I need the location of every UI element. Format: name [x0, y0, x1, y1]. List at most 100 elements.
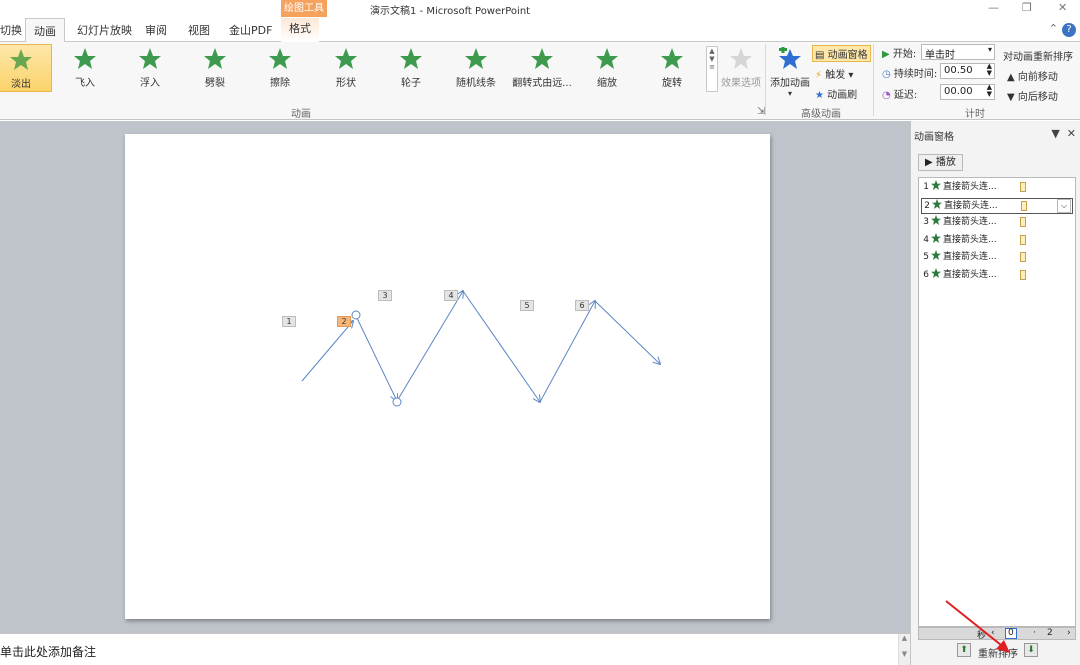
close-icon[interactable]: ✕ — [1067, 127, 1076, 140]
timing-bar — [1020, 252, 1026, 262]
add-animation-button[interactable]: 添加动画 ▾ — [768, 44, 812, 98]
animation-list-item[interactable]: 4 直接箭头连... — [921, 232, 1073, 249]
effect-options-label: 效果选项 — [721, 78, 761, 89]
notes-placeholder[interactable]: 单击此处添加备注 — [0, 643, 96, 660]
tab-transitions[interactable]: 切换 — [0, 22, 22, 38]
selection-handle-start[interactable] — [351, 310, 361, 320]
item-number: 4 — [923, 234, 929, 245]
animation-list-item[interactable]: 1 直接箭头连... — [921, 180, 1073, 196]
animation-split-button[interactable]: 劈裂 — [185, 44, 245, 92]
timeline-tick: · — [1033, 628, 1036, 638]
animation-fade-button[interactable]: 淡出 — [0, 44, 52, 92]
delay-label: 延迟: — [893, 90, 918, 101]
move-later-button[interactable]: ▼ 向后移动 — [1007, 88, 1058, 103]
item-number: 5 — [923, 252, 929, 262]
animation-grow-turn-button[interactable]: 翻转式由远... — [512, 44, 572, 92]
animation-float-in-button[interactable]: 浮入 — [120, 44, 180, 92]
play-button[interactable]: ▶ 播放 — [918, 154, 963, 171]
notes-area[interactable]: 单击此处添加备注 ▲ ▼ — [0, 633, 910, 665]
fade-effect-icon — [931, 180, 941, 190]
separator — [765, 44, 766, 116]
animation-tag-4[interactable]: 4 — [444, 290, 458, 301]
animation-label: 缩放 — [597, 78, 617, 89]
restore-button[interactable]: ❐ — [1022, 1, 1032, 14]
collapse-ribbon-icon[interactable]: ⌃ — [1049, 22, 1058, 35]
animation-random-bars-button[interactable]: 随机线条 — [446, 44, 506, 92]
minimize-button[interactable]: — — [988, 1, 999, 14]
animation-list-item[interactable]: 5 直接箭头连... — [921, 250, 1073, 266]
clock-icon: ◷ — [882, 69, 891, 80]
animation-fly-in-button[interactable]: 飞入 — [55, 44, 115, 92]
animation-list-item[interactable]: 3 直接箭头连... — [921, 215, 1073, 231]
animation-list-item[interactable]: 2 直接箭头连... ⌵ — [921, 197, 1073, 214]
arrow-6[interactable] — [594, 300, 660, 364]
animation-pane-label: 动画窗格 — [827, 50, 868, 61]
animation-tag-3[interactable]: 3 — [378, 290, 392, 301]
gallery-scroll[interactable]: ▲ ▼ ≡ — [706, 46, 718, 92]
arrow-2[interactable] — [355, 315, 397, 401]
fade-effect-icon — [932, 198, 942, 209]
effect-options-button[interactable]: 效果选项 — [720, 44, 762, 92]
trigger-button[interactable]: ⚡ 触发 ▾ — [815, 66, 853, 81]
random-bars-star-icon — [465, 48, 487, 69]
group-label-advanced: 高级动画 — [801, 109, 841, 120]
animation-wheel-button[interactable]: 轮子 — [381, 44, 441, 92]
triangle-up-icon: ▲ — [1007, 72, 1015, 83]
wipe-star-icon — [269, 48, 291, 69]
tab-wps-pdf[interactable]: 金山PDF — [229, 22, 272, 38]
animation-zoom-button[interactable]: 缩放 — [577, 44, 637, 92]
brush-icon: ★ — [815, 90, 824, 101]
animation-tag-1[interactable]: 1 — [282, 316, 296, 327]
delay-input[interactable]: 00.00 ▲ ▼ — [940, 84, 995, 100]
animation-label: 劈裂 — [205, 78, 225, 89]
float-in-star-icon — [139, 48, 161, 69]
split-star-icon — [204, 48, 226, 69]
reorder-title: 对动画重新排序 — [1003, 52, 1073, 63]
animation-swivel-button[interactable]: 旋转 — [642, 44, 702, 92]
ribbon-tabs: 切换 动画 幻灯片放映 审阅 视图 金山PDF 格式 ⌃? — [0, 18, 1080, 43]
arrow-5[interactable] — [539, 301, 595, 403]
item-name: 直接箭头连... — [943, 182, 997, 192]
animation-list-item[interactable]: 6 直接箭头连... — [921, 267, 1073, 284]
item-name: 直接箭头连... — [943, 217, 997, 227]
tab-animations[interactable]: 动画 — [25, 18, 65, 43]
tab-review[interactable]: 审阅 — [145, 22, 167, 38]
close-button[interactable]: ✕ — [1058, 1, 1067, 14]
tab-format[interactable]: 格式 — [281, 18, 319, 42]
chevron-down-icon[interactable]: ▼ — [1051, 127, 1059, 140]
delay-value: 00.00 — [944, 86, 973, 97]
move-earlier-button[interactable]: ▲ 向前移动 — [1007, 68, 1058, 83]
selection-handle-end[interactable] — [392, 397, 402, 407]
duration-input[interactable]: 00.50 ▲ ▼ — [940, 63, 995, 79]
notes-scrollbar[interactable]: ▲ ▼ — [898, 634, 910, 665]
window-title: 演示文稿1 - Microsoft PowerPoint — [370, 6, 531, 17]
animation-shape-button[interactable]: 形状 — [316, 44, 376, 92]
start-select[interactable]: 单击时 ▾ — [921, 44, 995, 61]
help-icon[interactable]: ? — [1062, 23, 1076, 37]
tab-slideshow[interactable]: 幻灯片放映 — [77, 22, 132, 38]
animation-label: 翻转式由远... — [512, 78, 572, 89]
play-icon: ▶ — [925, 157, 933, 168]
slide-canvas[interactable]: 1 2 3 4 5 6 — [125, 134, 770, 619]
chevron-right-icon[interactable]: › — [1067, 628, 1071, 638]
item-name: 直接箭头连... — [943, 234, 997, 245]
animation-pane-button[interactable]: ▤ 动画窗格 — [812, 45, 871, 62]
tab-view[interactable]: 视图 — [188, 22, 210, 38]
animation-label: 浮入 — [140, 78, 160, 89]
animation-painter-button[interactable]: ★ 动画刷 — [815, 86, 857, 101]
chevron-down-icon[interactable]: ⌵ — [1057, 198, 1071, 213]
animation-tag-5[interactable]: 5 — [520, 300, 534, 311]
fade-effect-icon — [931, 215, 941, 225]
animation-wipe-button[interactable]: 擦除 — [250, 44, 310, 92]
title-bar: 绘图工具 演示文稿1 - Microsoft PowerPoint — ❐ ✕ — [0, 0, 1080, 18]
arrow-1[interactable] — [301, 321, 353, 382]
animation-tag-2[interactable]: 2 — [337, 316, 351, 327]
spinner-icon[interactable]: ▲ ▼ — [987, 84, 992, 98]
item-number: 3 — [923, 217, 929, 227]
move-down-arrow-icon[interactable]: ⬇ — [1024, 643, 1038, 657]
animation-tag-6[interactable]: 6 — [575, 300, 589, 311]
timing-bar — [1020, 234, 1026, 245]
arrow-3[interactable] — [396, 291, 463, 402]
delay-icon: ◔ — [882, 90, 891, 101]
spinner-icon[interactable]: ▲ ▼ — [987, 63, 992, 77]
